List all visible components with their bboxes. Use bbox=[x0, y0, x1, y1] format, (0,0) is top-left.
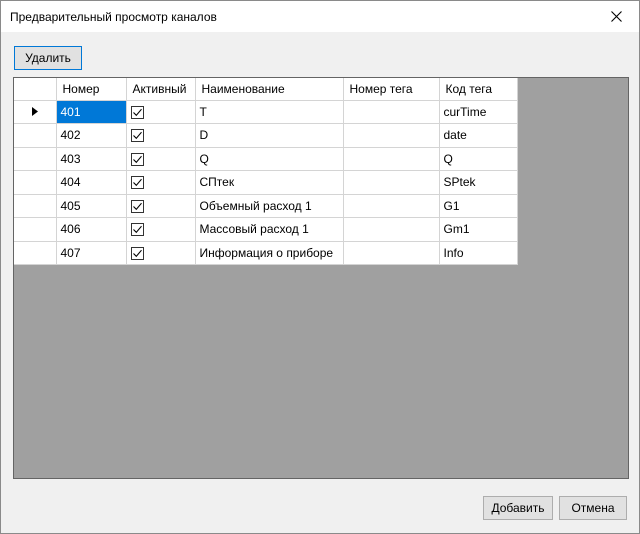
cell-active bbox=[126, 241, 196, 265]
cell-number[interactable]: 401 bbox=[56, 100, 127, 124]
close-button[interactable] bbox=[593, 1, 639, 32]
cell-tag-code[interactable]: G1 bbox=[439, 194, 518, 218]
table-row[interactable]: 401 TcurTime bbox=[14, 100, 518, 124]
checkmark-icon bbox=[132, 179, 142, 187]
cell-active bbox=[126, 100, 196, 124]
cell-name[interactable]: T bbox=[195, 100, 344, 124]
delete-button[interactable]: Удалить bbox=[14, 46, 82, 70]
cell-tag-code[interactable]: curTime bbox=[439, 100, 518, 124]
cell-number[interactable]: 402 bbox=[56, 123, 127, 148]
active-checkbox[interactable] bbox=[130, 105, 144, 119]
table-row[interactable]: 406 Массовый расход 1 Gm1 bbox=[14, 217, 518, 242]
checkmark-icon bbox=[132, 132, 142, 140]
cell-tag-code[interactable]: SPtek bbox=[439, 170, 518, 195]
checkmark-icon bbox=[132, 249, 142, 258]
row-header[interactable] bbox=[14, 241, 57, 265]
row-header[interactable] bbox=[14, 170, 57, 195]
active-checkbox[interactable] bbox=[130, 223, 144, 237]
cell-active bbox=[126, 170, 196, 195]
checkmark-icon bbox=[132, 202, 142, 211]
table-row[interactable]: 402 Ddate bbox=[14, 123, 518, 148]
cell-tag-number[interactable] bbox=[343, 123, 440, 148]
corner-header[interactable] bbox=[14, 78, 57, 101]
cell-name[interactable]: СПтек bbox=[195, 170, 344, 195]
active-checkbox[interactable] bbox=[130, 152, 144, 166]
cell-tag-code[interactable]: date bbox=[439, 123, 518, 148]
row-header[interactable] bbox=[14, 147, 57, 171]
row-header[interactable] bbox=[14, 217, 57, 242]
cell-number[interactable]: 403 bbox=[56, 147, 127, 171]
cell-name[interactable]: Объемный расход 1 bbox=[195, 194, 344, 218]
row-header[interactable] bbox=[14, 194, 57, 218]
current-row-arrow-icon bbox=[31, 107, 38, 117]
window-title: Предварительный просмотр каналов bbox=[10, 10, 217, 24]
cell-name[interactable]: Q bbox=[195, 147, 344, 171]
checkmark-icon bbox=[132, 108, 142, 117]
row-header[interactable] bbox=[14, 100, 57, 124]
cell-tag-code[interactable]: Info bbox=[439, 241, 518, 265]
table-row[interactable]: 407 Информация о приборе Info bbox=[14, 241, 518, 265]
cell-name[interactable]: Массовый расход 1 bbox=[195, 217, 344, 242]
channels-table: Номер Активный Наименование Номер тега К… bbox=[14, 78, 518, 265]
active-checkbox[interactable] bbox=[130, 199, 144, 213]
cell-tag-number[interactable] bbox=[343, 100, 440, 124]
channels-grid[interactable]: Номер Активный Наименование Номер тега К… bbox=[13, 77, 629, 479]
cell-active bbox=[126, 147, 196, 171]
header-row: Номер Активный Наименование Номер тега К… bbox=[14, 78, 518, 101]
cell-name[interactable]: D bbox=[195, 123, 344, 148]
dialog-window: Предварительный просмотр каналов Удалить… bbox=[0, 0, 640, 534]
cell-active bbox=[126, 217, 196, 242]
cell-tag-number[interactable] bbox=[343, 170, 440, 195]
cell-tag-number[interactable] bbox=[343, 241, 440, 265]
cell-number[interactable]: 405 bbox=[56, 194, 127, 218]
table-row[interactable]: 405 Объемный расход 1 G1 bbox=[14, 194, 518, 218]
row-header[interactable] bbox=[14, 123, 57, 148]
cell-tag-code[interactable]: Q bbox=[439, 147, 518, 171]
active-checkbox[interactable] bbox=[130, 246, 144, 260]
cell-tag-code[interactable]: Gm1 bbox=[439, 217, 518, 242]
add-button[interactable]: Добавить bbox=[483, 496, 553, 520]
cell-number[interactable]: 404 bbox=[56, 170, 127, 195]
cell-tag-number[interactable] bbox=[343, 194, 440, 218]
close-icon bbox=[610, 11, 622, 22]
column-header-number[interactable]: Номер bbox=[56, 78, 127, 101]
cell-tag-number[interactable] bbox=[343, 147, 440, 171]
table-row[interactable]: 404 СПтек SPtek bbox=[14, 170, 518, 195]
column-header-active[interactable]: Активный bbox=[126, 78, 196, 101]
active-checkbox[interactable] bbox=[130, 129, 144, 143]
title-bar: Предварительный просмотр каналов bbox=[1, 1, 639, 32]
cell-tag-number[interactable] bbox=[343, 217, 440, 242]
column-header-tag-code[interactable]: Код тега bbox=[439, 78, 518, 101]
checkmark-icon bbox=[132, 226, 142, 234]
checkmark-icon bbox=[132, 155, 142, 164]
cell-number[interactable]: 406 bbox=[56, 217, 127, 242]
cell-name[interactable]: Информация о приборе bbox=[195, 241, 344, 265]
column-header-name[interactable]: Наименование bbox=[195, 78, 344, 101]
cancel-button[interactable]: Отмена bbox=[559, 496, 627, 520]
active-checkbox[interactable] bbox=[130, 176, 144, 190]
cell-active bbox=[126, 123, 196, 148]
table-row[interactable]: 403 Q Q bbox=[14, 147, 518, 171]
column-header-tag-number[interactable]: Номер тега bbox=[343, 78, 440, 101]
cell-active bbox=[126, 194, 196, 218]
cell-number[interactable]: 407 bbox=[56, 241, 127, 265]
